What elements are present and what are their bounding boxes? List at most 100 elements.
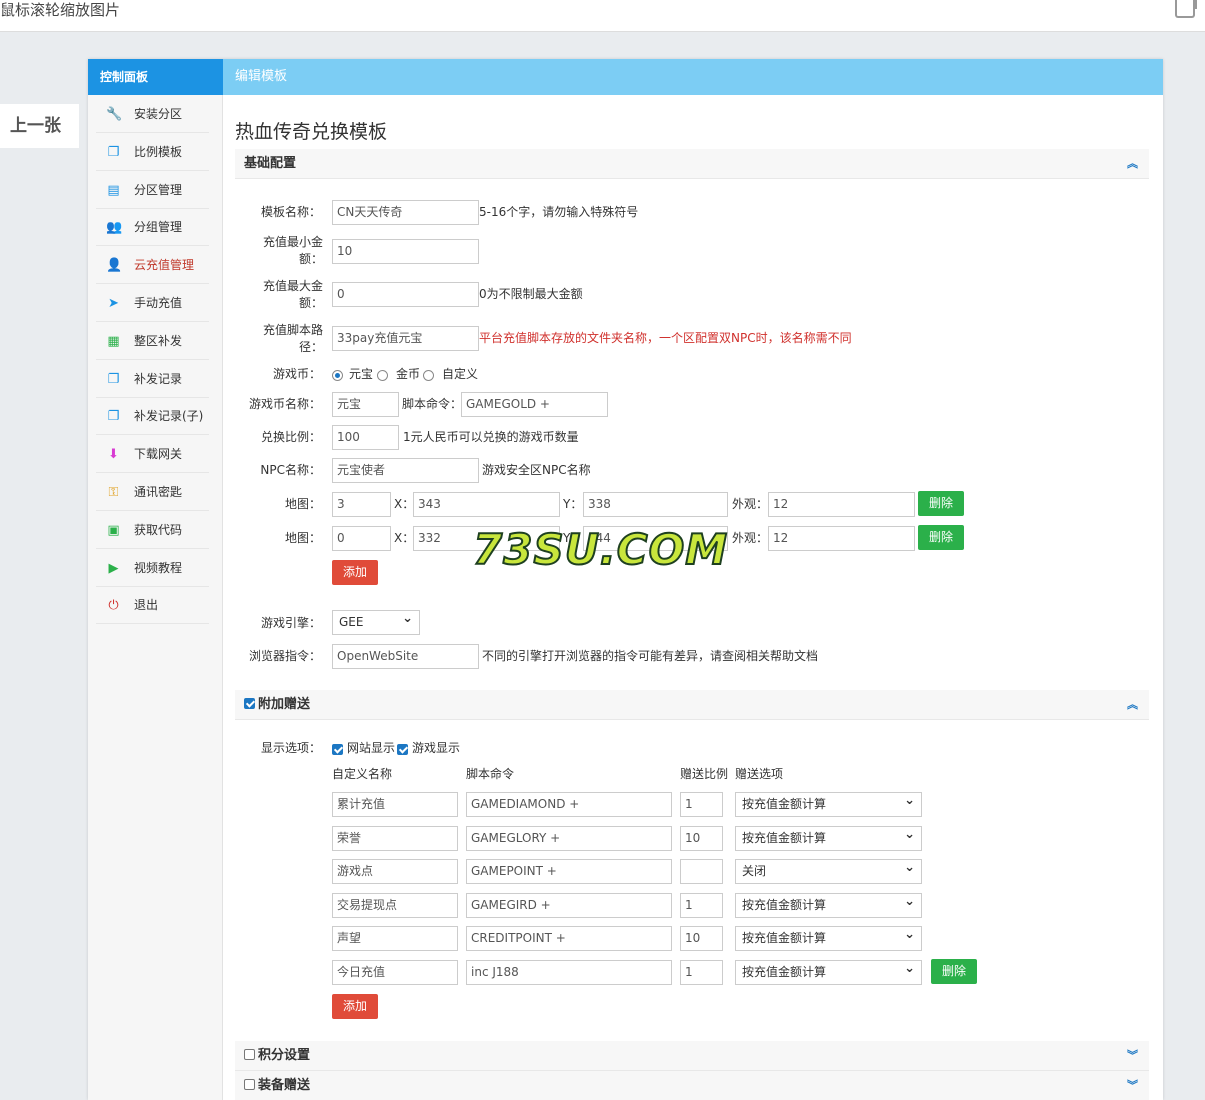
engine-select[interactable]: GEE [332,607,420,635]
bonus-option-value: 按充值金额计算 [742,965,827,979]
bonus-cmd-input[interactable]: GAMEPOINT + [466,859,672,885]
sidebar-item[interactable]: 👤 云充值管理 [96,247,209,285]
chevron-down-icon[interactable]: ︾ [1127,1071,1138,1100]
sidebar-item[interactable]: ⏻ 退出 [96,587,209,625]
script-path-label: 充值脚本路径： [262,323,323,354]
sidebar-item-label: 云充值管理 [134,258,195,273]
bonus-name-input[interactable]: 累计充值 [332,792,458,817]
col-header-name: 自定义名称 [332,767,393,781]
sidebar-item[interactable]: ▶ 视频教程 [96,550,209,587]
chevron-up-icon[interactable]: ︽ [1127,690,1138,720]
npc-name-input[interactable]: 元宝使者 [332,458,479,483]
currency-option-label: 元宝 [349,367,374,381]
ratio-input[interactable]: 100 [332,425,399,450]
look-input[interactable]: 12 [768,492,915,517]
script-path-input[interactable]: 33pay充值元宝 [332,326,479,351]
ratio-hint: 1元人民币可以兑换的游戏币数量 [403,430,579,444]
bonus-ratio-input[interactable]: 10 [680,825,723,851]
max-amount-label: 充值最大金额： [262,279,323,310]
bonus-cmd-input[interactable]: GAMEGLORY + [466,825,672,851]
look-label: 外观： [732,497,769,511]
site-watermark: 73SU.COM [472,524,729,575]
template-name-input[interactable]: CN天天传奇 [332,200,479,225]
min-amount-input[interactable]: 10 [332,239,479,264]
add-map-button[interactable]: 添加 [332,560,378,585]
bonus-cmd-input[interactable]: GAMEGIRD + [466,892,672,918]
sidebar-item[interactable]: ❐ 补发记录(子) [96,398,209,436]
sidebar-item[interactable]: ▦ 整区补发 [96,323,209,360]
sidebar-item[interactable]: 👥 分组管理 [96,209,209,247]
sidebar-item[interactable]: ⬇ 下载网关 [96,436,209,474]
download-icon: ⬇ [108,447,119,463]
sidebar-item[interactable]: ⚿ 通讯密匙 [96,474,209,511]
chevron-up-icon[interactable]: ︽ [1127,149,1138,179]
bonus-checkbox[interactable] [244,698,255,709]
bonus-ratio-input[interactable] [680,859,723,885]
bonus-option-select[interactable]: 按充值金额计算 [735,923,922,952]
bonus-name-input[interactable]: 交易提现点 [332,892,458,918]
sidebar-item[interactable]: ➤ 手动充值 [96,285,209,322]
section-points[interactable]: 积分设置 ︾ [235,1041,1149,1071]
bonus-option-select[interactable]: 按充值金额计算 [735,957,922,985]
open-external-icon[interactable] [1175,0,1197,18]
sidebar-item[interactable]: ▤ 分区管理 [96,172,209,209]
max-amount-input[interactable]: 0 [332,282,479,307]
bonus-option-value: 按充值金额计算 [742,830,827,845]
bonus-cmd-input[interactable]: CREDITPOINT + [466,926,672,952]
bonus-name-input[interactable]: 游戏点 [332,859,458,885]
currency-radio-gold[interactable] [377,370,388,381]
display-options-label: 显示选项： [260,741,321,755]
y-input[interactable]: 338 [583,492,728,517]
section-basic-config[interactable]: 基础配置 ︽ [235,149,1149,179]
points-checkbox[interactable] [244,1049,255,1060]
engine-label: 游戏引擎： [260,616,321,630]
site-display-checkbox[interactable] [332,744,343,755]
wrench-icon: 🔧 [106,107,123,122]
bonus-name-input[interactable]: 今日充值 [332,960,458,985]
add-bonus-button[interactable]: 添加 [332,994,378,1019]
bonus-ratio-input[interactable]: 1 [680,792,723,817]
delete-bonus-button[interactable]: 删除 [931,959,977,984]
bonus-option-select[interactable]: 按充值金额计算 [735,789,922,817]
x-input[interactable]: 343 [413,492,560,517]
sidebar-item[interactable]: ❐ 补发记录 [96,361,209,398]
coin-name-input[interactable]: 元宝 [332,392,399,417]
site-display-label: 网站显示 [347,741,396,755]
sidebar-item-label: 安装分区 [134,107,183,121]
equip-checkbox[interactable] [244,1079,255,1090]
delete-map-button[interactable]: 删除 [918,525,964,550]
sidebar-item-label: 获取代码 [134,522,183,537]
section-equip[interactable]: 装备赠送 ︾ [235,1071,1149,1100]
delete-map-button[interactable]: 删除 [918,491,964,516]
currency-radio-yuanbao[interactable] [332,370,343,381]
browser-cmd-input[interactable]: OpenWebSite [332,644,479,669]
map-input[interactable]: 0 [332,526,391,551]
bonus-ratio-input[interactable]: 10 [680,926,723,952]
script-cmd-input[interactable]: GAMEGOLD + [461,392,608,417]
panel-title: 控制面板 [88,59,233,95]
map-input[interactable]: 3 [332,492,391,517]
bonus-name-input[interactable]: 声望 [332,926,458,952]
bonus-option-select[interactable]: 按充值金额计算 [735,890,922,918]
chevron-down-icon[interactable]: ︾ [1127,1041,1138,1071]
sidebar-item[interactable]: 🔧 安装分区 [96,96,209,133]
bonus-ratio-input[interactable]: 1 [680,960,723,985]
look-input[interactable]: 12 [768,526,915,551]
game-display-checkbox[interactable] [397,744,408,755]
section-bonus[interactable]: 附加赠送 ︽ [235,690,1149,720]
inbox-icon: ▤ [107,182,120,198]
script-cmd-label: 脚本命令： [402,397,463,411]
bonus-cmd-input[interactable]: inc J188 [466,960,672,985]
video-icon: ▶ [108,560,119,576]
bonus-cmd-input[interactable]: GAMEDIAMOND + [466,792,672,817]
bonus-option-select[interactable]: 关闭 [735,856,922,885]
x-label: X： [394,497,415,511]
bonus-option-select[interactable]: 按充值金额计算 [735,823,922,851]
script-path-hint: 平台充值脚本存放的文件夹名称，一个区配置双NPC时，该名称需不同 [479,331,852,345]
bonus-name-input[interactable]: 荣誉 [332,825,458,851]
currency-radio-custom[interactable] [423,370,434,381]
sidebar-item[interactable]: ❐ 比例模板 [96,134,209,171]
bonus-ratio-input[interactable]: 1 [680,892,723,918]
sidebar-item[interactable]: ▣ 获取代码 [96,512,209,549]
prev-image-button[interactable]: 上一张 [0,104,79,148]
